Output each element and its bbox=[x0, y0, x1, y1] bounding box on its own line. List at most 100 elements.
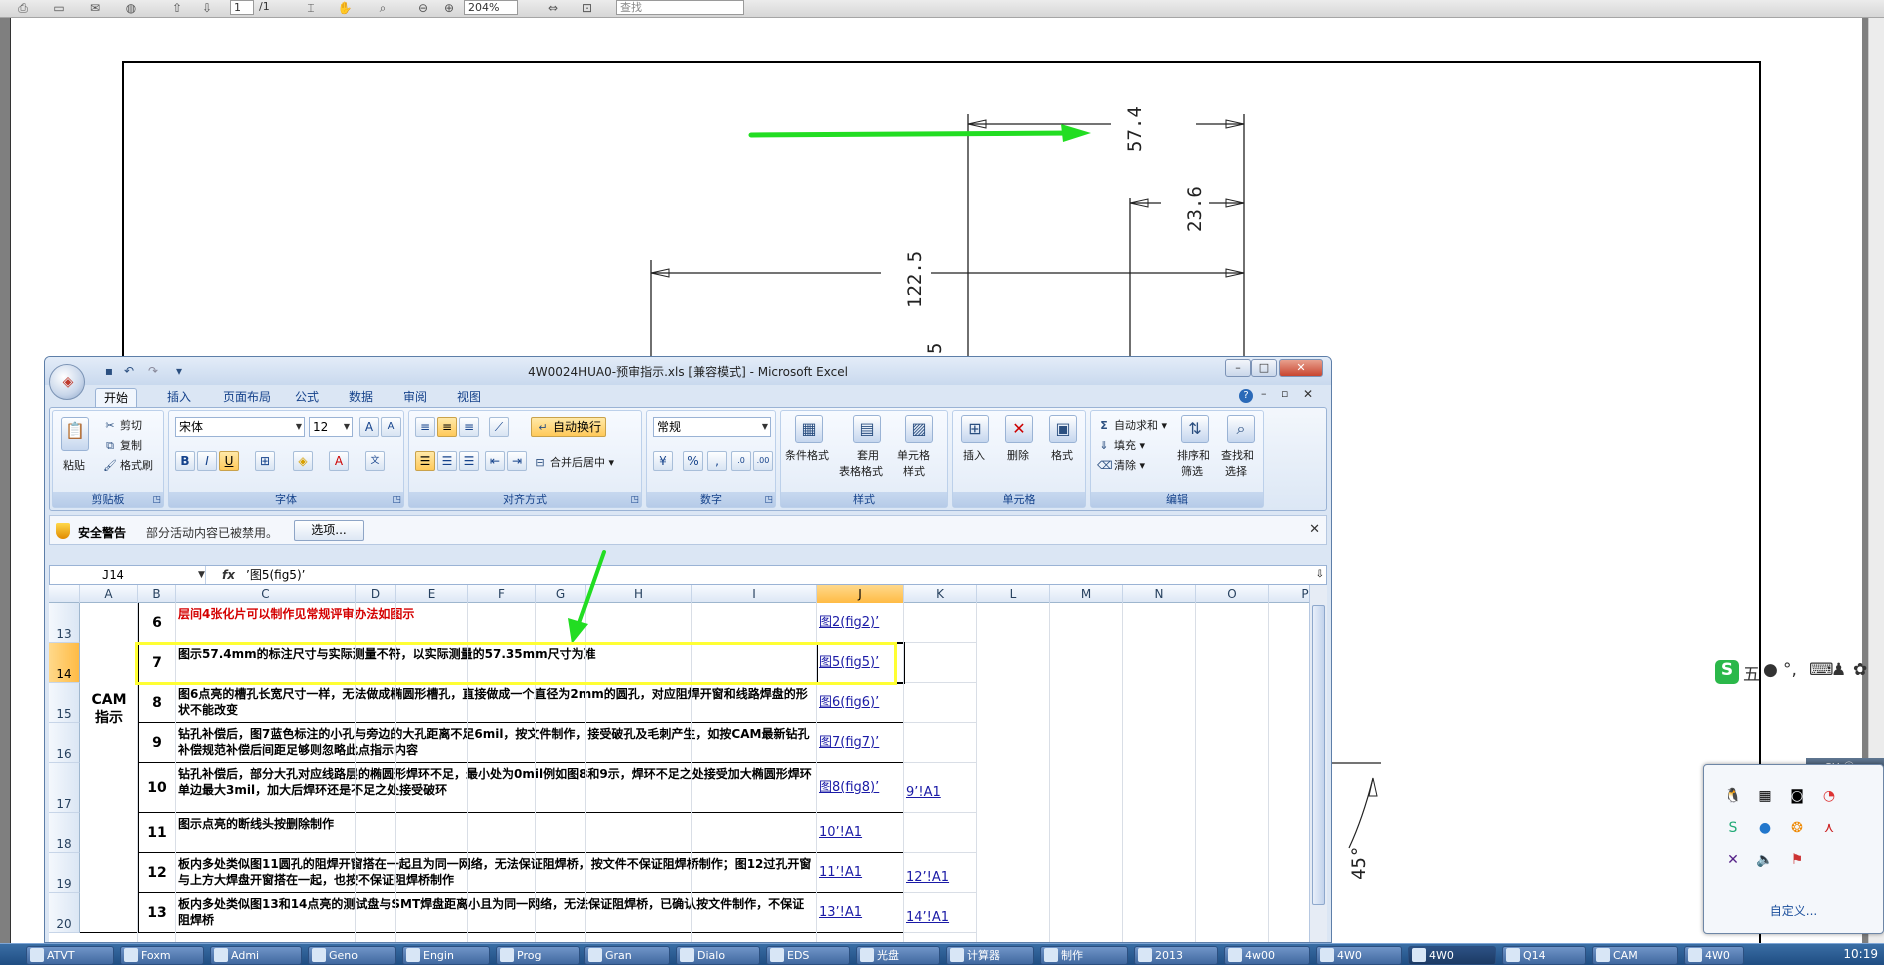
workbook-close-button[interactable]: ✕ bbox=[1303, 387, 1313, 401]
ime-keyboard-icon[interactable]: ⌨ bbox=[1809, 660, 1834, 680]
tab-home[interactable]: 开始 bbox=[95, 388, 138, 407]
security-tray-icon[interactable]: ❂ bbox=[1788, 819, 1806, 837]
ime-settings-icon[interactable]: ✿ bbox=[1853, 660, 1867, 680]
paste-button[interactable]: 粘贴 bbox=[63, 457, 85, 473]
fill-button[interactable]: ⇓ 填充 ▾ bbox=[1097, 437, 1145, 453]
align-left-button[interactable]: ☰ bbox=[415, 451, 435, 471]
taskbar-item[interactable]: 制作 bbox=[1040, 946, 1128, 965]
borders-button[interactable]: ⊞ bbox=[255, 451, 275, 471]
percent-button[interactable]: % bbox=[683, 451, 703, 471]
insert-cells-button[interactable]: 插入 bbox=[963, 447, 985, 463]
column-header-o[interactable]: O bbox=[1196, 585, 1269, 603]
sort-filter-button[interactable]: 排序和 bbox=[1177, 447, 1210, 463]
number-format-select[interactable]: 常规 ▼ bbox=[653, 417, 771, 437]
customize-tray-link[interactable]: 自定义... bbox=[1704, 902, 1883, 919]
align-middle-button[interactable]: ≡ bbox=[437, 417, 457, 437]
extra-link-cell[interactable] bbox=[904, 643, 977, 683]
ribbon-restore-button[interactable]: ▫ bbox=[1281, 387, 1288, 400]
insert-function-button[interactable]: fx bbox=[222, 566, 235, 584]
select-all-corner[interactable] bbox=[49, 585, 80, 603]
row-header-14[interactable]: 14 bbox=[49, 643, 80, 683]
row-header-20[interactable]: 20 bbox=[49, 893, 80, 933]
cam-instruction-merged-cell[interactable]: CAM 指示 bbox=[80, 603, 138, 933]
taskbar-item[interactable]: 4W0 bbox=[1408, 946, 1496, 965]
expand-formula-icon[interactable]: ⇩ bbox=[1316, 566, 1324, 584]
update-tray-icon[interactable]: ◔ bbox=[1820, 787, 1838, 805]
extra-link-cell[interactable] bbox=[904, 683, 977, 723]
find-select-icon[interactable]: ⌕ bbox=[1227, 415, 1255, 443]
formula-input[interactable]: ’图5(fig5)’ bbox=[246, 566, 305, 584]
fit-page-icon[interactable]: ⊡ bbox=[578, 0, 596, 16]
power-tray-icon[interactable]: ⚑ bbox=[1788, 851, 1806, 869]
figure-link-cell[interactable]: 图6(fig6)’ bbox=[817, 683, 904, 723]
worksheet-grid[interactable]: ABCDEFGHIJKLMNOP 13 6 层间4张化片可以制作见常规评审办法如图示… bbox=[49, 585, 1327, 942]
figure-link-cell[interactable]: 13’!A1 bbox=[817, 893, 904, 933]
ime-toolbar[interactable]: S 五 ● °, ⌨ ♟ ✿ bbox=[1715, 656, 1884, 686]
save-icon[interactable]: ▭ bbox=[50, 0, 68, 16]
row-header-15[interactable]: 15 bbox=[49, 683, 80, 723]
taskbar-item[interactable]: CAM bbox=[1592, 946, 1678, 965]
taskbar-item[interactable]: Dialo bbox=[676, 946, 760, 965]
taskbar-item[interactable]: Q14 bbox=[1502, 946, 1586, 965]
minimize-button[interactable]: – bbox=[1225, 359, 1251, 377]
instruction-cell[interactable]: 图示点亮的断线头按删除制作 bbox=[176, 813, 817, 853]
zoom-level[interactable]: 204% bbox=[464, 0, 518, 15]
sheet-vertical-scrollbar[interactable] bbox=[1309, 585, 1327, 942]
globe-icon[interactable]: ◍ bbox=[122, 0, 140, 16]
ime-user-icon[interactable]: ♟ bbox=[1831, 660, 1846, 680]
wrap-text-button[interactable]: ↵ 自动换行 bbox=[531, 417, 607, 437]
column-header-l[interactable]: L bbox=[977, 585, 1050, 603]
taskbar-item[interactable]: Admi bbox=[210, 946, 302, 965]
instruction-cell[interactable]: 板内多处类似图11圆孔的阻焊开窗搭在一起且为同一网络，无法保证阻焊桥，按文件不保… bbox=[176, 853, 817, 893]
copy-button[interactable]: ⧉ 复制 bbox=[103, 437, 142, 453]
clipboard-launcher-icon[interactable]: ◳ bbox=[152, 495, 161, 505]
delete-cells-icon[interactable]: ✕ bbox=[1005, 415, 1033, 443]
tab-formulas[interactable]: 公式 bbox=[287, 388, 327, 407]
underline-button[interactable]: U bbox=[219, 451, 239, 471]
decrease-indent-button[interactable]: ⇤ bbox=[485, 451, 505, 471]
fill-color-button[interactable]: ◈ bbox=[293, 451, 313, 471]
align-center-button[interactable]: ☰ bbox=[437, 451, 457, 471]
clear-button[interactable]: ⌫清除 ▾ bbox=[1097, 457, 1145, 473]
tool-tray-icon[interactable]: ✕ bbox=[1724, 851, 1742, 869]
bold-button[interactable]: B bbox=[175, 451, 195, 471]
extra-link-cell[interactable]: 9’!A1 bbox=[904, 763, 977, 813]
cut-button[interactable]: ✂ 剪切 bbox=[103, 417, 142, 433]
sort-filter-icon[interactable]: ⇅ bbox=[1181, 415, 1209, 443]
alignment-launcher-icon[interactable]: ◳ bbox=[630, 495, 639, 505]
pdf-tray-icon[interactable]: ⋏ bbox=[1820, 819, 1838, 837]
zoom-tool-icon[interactable]: ⌕ bbox=[374, 0, 392, 16]
figure-link-cell[interactable]: 10’!A1 bbox=[817, 813, 904, 853]
find-select-button[interactable]: 查找和 bbox=[1221, 447, 1254, 463]
taskbar-item[interactable]: 4W0 bbox=[1316, 946, 1402, 965]
extra-link-cell[interactable] bbox=[904, 813, 977, 853]
help-icon[interactable]: ? bbox=[1239, 389, 1253, 403]
tab-data[interactable]: 数据 bbox=[341, 388, 381, 407]
column-header-k[interactable]: K bbox=[904, 585, 977, 603]
format-painter-button[interactable]: 🖌 格式刷 bbox=[103, 457, 153, 473]
print-icon[interactable]: ⎙ bbox=[14, 0, 32, 16]
next-page-icon[interactable]: ⇩ bbox=[198, 0, 216, 16]
shrink-font-button[interactable]: A bbox=[381, 417, 401, 437]
figure-link-cell[interactable]: 图8(fig8)’ bbox=[817, 763, 904, 813]
decrease-decimal-button[interactable]: .00 bbox=[753, 451, 773, 471]
tab-page-layout[interactable]: 页面布局 bbox=[215, 388, 279, 407]
figure-link-cell[interactable]: 图7(fig7)’ bbox=[817, 723, 904, 763]
taskbar-item[interactable]: Engin bbox=[402, 946, 490, 965]
increase-indent-button[interactable]: ⇥ bbox=[507, 451, 527, 471]
format-cells-icon[interactable]: ▣ bbox=[1049, 415, 1077, 443]
prev-page-icon[interactable]: ⇧ bbox=[168, 0, 186, 16]
maximize-button[interactable]: □ bbox=[1251, 359, 1277, 377]
instruction-cell[interactable]: 钻孔补偿后，部分大孔对应线路层的椭圆形焊环不足，最小处为0mil例如图8和9示，… bbox=[176, 763, 817, 813]
column-header-d[interactable]: D bbox=[356, 585, 396, 603]
grow-font-button[interactable]: A bbox=[359, 417, 379, 437]
paste-icon[interactable]: 📋 bbox=[61, 417, 89, 451]
hand-tool-icon[interactable]: ✋ bbox=[336, 0, 354, 16]
extra-link-cell[interactable]: 14’!A1 bbox=[904, 893, 977, 933]
taskbar-item[interactable]: Prog bbox=[496, 946, 580, 965]
qq-tray-icon[interactable]: 🐧 bbox=[1724, 787, 1742, 805]
taskbar-clock[interactable]: 10:19 bbox=[1843, 947, 1878, 961]
number-launcher-icon[interactable]: ◳ bbox=[764, 495, 773, 505]
figure-link-cell[interactable]: 图2(fig2)’ bbox=[817, 603, 904, 643]
close-button[interactable]: ✕ bbox=[1279, 359, 1323, 377]
